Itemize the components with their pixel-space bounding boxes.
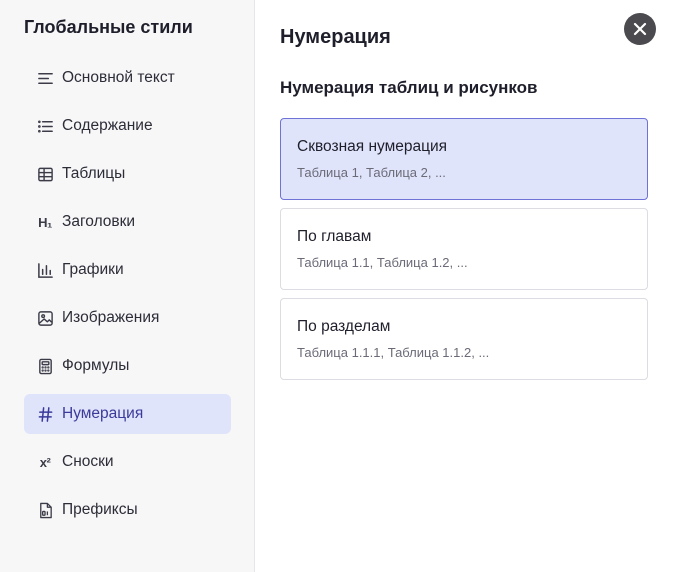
option-continuous-numbering[interactable]: Сквозная нумерация Таблица 1, Таблица 2,… — [280, 118, 648, 200]
heading-icon: H₁ — [38, 214, 52, 230]
close-icon — [632, 21, 648, 37]
sidebar-item-label: Сноски — [62, 453, 114, 470]
sidebar-item-label: Заголовки — [62, 213, 136, 230]
main-panel: Нумерация Нумерация таблиц и рисунков Ск… — [256, 0, 679, 572]
image-icon — [36, 309, 54, 327]
prefix-file-icon — [36, 501, 54, 519]
sidebar-item-label: Изображения — [62, 309, 160, 326]
option-title: По главам — [297, 228, 372, 245]
sidebar-item-label: Нумерация — [62, 405, 144, 422]
sidebar-item-label: Префиксы — [62, 501, 138, 518]
list-icon — [36, 117, 54, 135]
sidebar-item-footnotes[interactable]: x² Сноски — [24, 442, 231, 482]
sidebar-item-charts[interactable]: Графики — [24, 250, 231, 290]
sidebar-item-label: Графики — [62, 261, 124, 278]
sidebar-item-label: Формулы — [62, 357, 130, 374]
sidebar-item-formulas[interactable]: Формулы — [24, 346, 231, 386]
option-title: Сквозная нумерация — [297, 138, 448, 155]
text-lines-icon — [36, 69, 54, 87]
sidebar-title: Глобальные стили — [24, 17, 193, 37]
option-subtitle: Таблица 1.1.1, Таблица 1.1.2, ... — [297, 345, 490, 360]
superscript-icon: x² — [39, 454, 51, 470]
section-title: Нумерация таблиц и рисунков — [280, 78, 538, 97]
sidebar: Глобальные стили Основной текст Содержан… — [0, 0, 255, 572]
table-icon — [36, 165, 54, 183]
sidebar-item-tables[interactable]: Таблицы — [24, 154, 231, 194]
option-subtitle: Таблица 1.1, Таблица 1.2, ... — [297, 255, 468, 270]
bar-chart-icon — [36, 261, 54, 279]
sidebar-item-numbering[interactable]: Нумерация — [24, 394, 231, 434]
numbering-options: Сквозная нумерация Таблица 1, Таблица 2,… — [280, 118, 648, 388]
sidebar-item-prefixes[interactable]: Префиксы — [24, 490, 231, 530]
option-by-sections[interactable]: По разделам Таблица 1.1.1, Таблица 1.1.2… — [280, 298, 648, 380]
sidebar-item-label: Таблицы — [62, 165, 126, 182]
page-title: Нумерация — [280, 26, 391, 48]
option-title: По разделам — [297, 318, 391, 335]
calculator-icon — [36, 357, 54, 375]
sidebar-item-label: Содержание — [62, 117, 153, 134]
option-subtitle: Таблица 1, Таблица 2, ... — [297, 165, 446, 180]
sidebar-item-images[interactable]: Изображения — [24, 298, 231, 338]
sidebar-item-headings[interactable]: H₁ Заголовки — [24, 202, 231, 242]
close-button[interactable] — [624, 13, 656, 45]
sidebar-item-body-text[interactable]: Основной текст — [24, 58, 231, 98]
sidebar-nav: Основной текст Содержание Таблицы H₁ Заг… — [24, 58, 231, 538]
option-by-chapters[interactable]: По главам Таблица 1.1, Таблица 1.2, ... — [280, 208, 648, 290]
sidebar-item-contents[interactable]: Содержание — [24, 106, 231, 146]
sidebar-item-label: Основной текст — [62, 69, 175, 86]
hash-icon — [36, 405, 54, 423]
